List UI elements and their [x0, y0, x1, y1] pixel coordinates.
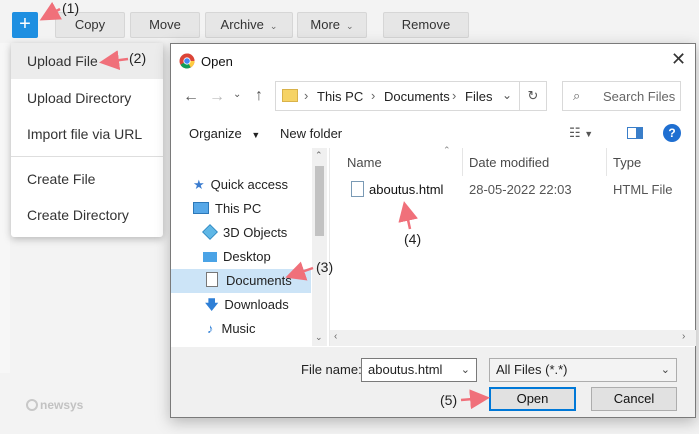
arrow-2: [99, 50, 129, 71]
arrow-1: [39, 1, 62, 21]
arrow-4: [398, 201, 418, 230]
arrow-3: [285, 261, 314, 281]
arrow-5: [460, 389, 490, 410]
annotation-arrows: [39, 1, 490, 410]
